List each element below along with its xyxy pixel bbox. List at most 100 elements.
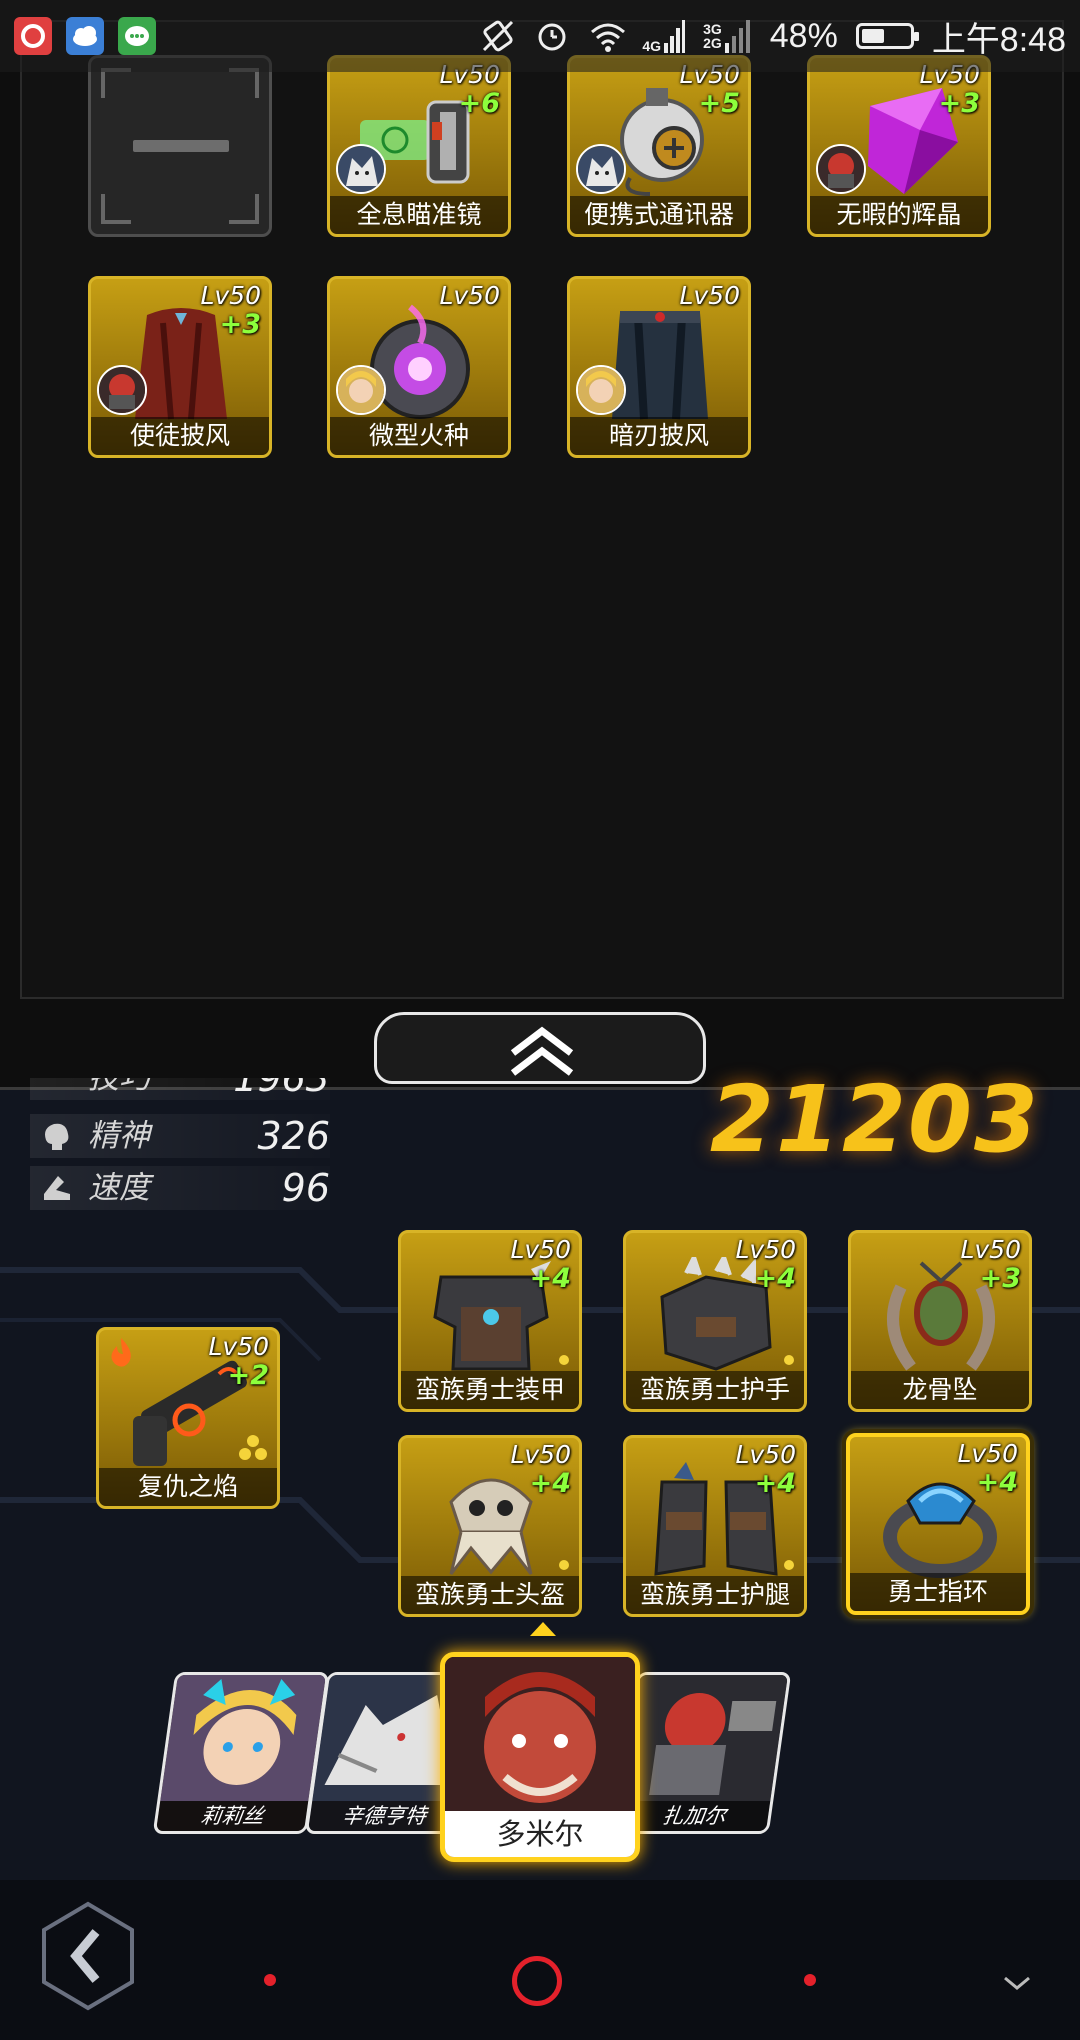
item-enhance: +4 bbox=[529, 1468, 571, 1499]
item-name: 勇士指环 bbox=[850, 1573, 1026, 1611]
item-name: 便携式通讯器 bbox=[570, 196, 748, 234]
brain-icon bbox=[45, 1123, 69, 1150]
owner-avatar-wolf bbox=[576, 144, 626, 194]
chevron-down-icon[interactable] bbox=[1003, 1976, 1031, 1990]
hero-portrait-lilith bbox=[160, 1675, 326, 1801]
equipped-armor[interactable]: Lv50 +4 蛮族勇士装甲 bbox=[398, 1230, 582, 1412]
hero-portrait-zagal bbox=[622, 1675, 788, 1801]
equipped-helmet[interactable]: Lv50 +4 蛮族勇士头盔 bbox=[398, 1435, 582, 1617]
item-level: Lv50 bbox=[957, 1439, 1018, 1468]
message-notification-icon bbox=[118, 17, 156, 55]
inventory-item-orb[interactable]: Lv50 微型火种 bbox=[327, 276, 511, 458]
battery-fill bbox=[861, 29, 884, 43]
nav-back-button[interactable] bbox=[804, 1974, 816, 1986]
item-level: Lv50 bbox=[208, 1332, 269, 1361]
inventory-panel: Lv50 +6 全息瞄准镜 Lv50 +5 便携式通讯器 Lv50 +3 无暇的… bbox=[0, 0, 1080, 1090]
hero-card-domir-selected[interactable]: 多米尔 bbox=[440, 1652, 640, 1862]
item-name: 蛮族勇士头盔 bbox=[401, 1576, 579, 1614]
item-enhance: +4 bbox=[754, 1468, 796, 1499]
hero-card-lilith[interactable]: 莉莉丝 bbox=[152, 1672, 330, 1834]
equipped-weapon[interactable]: Lv50 +2 复仇之焰 bbox=[96, 1327, 280, 1509]
network-2g-label: 2G bbox=[703, 35, 722, 51]
owner-avatar-wolf bbox=[336, 144, 386, 194]
inventory-item-crystal[interactable]: Lv50 +3 无暇的辉晶 bbox=[807, 55, 991, 237]
inventory-item-communicator[interactable]: Lv50 +5 便携式通讯器 bbox=[567, 55, 751, 237]
item-name: 暗刃披风 bbox=[570, 417, 748, 455]
fire-element-icon bbox=[111, 1338, 131, 1367]
battery-icon bbox=[855, 23, 919, 49]
home-button[interactable] bbox=[512, 1956, 562, 2006]
combat-power: 21203 bbox=[709, 1066, 1040, 1173]
item-enhance: +2 bbox=[227, 1360, 269, 1391]
item-level: Lv50 bbox=[735, 1235, 796, 1264]
upgrade-dot bbox=[559, 1355, 569, 1365]
item-level: Lv50 bbox=[510, 1440, 571, 1469]
item-enhance: +3 bbox=[219, 309, 261, 340]
alarm-icon bbox=[534, 18, 570, 54]
nav-menu-button[interactable] bbox=[264, 1974, 276, 1986]
back-button[interactable] bbox=[38, 1900, 138, 2012]
minus-icon bbox=[133, 140, 229, 152]
clock: 上午8:48 bbox=[931, 20, 1066, 59]
item-name: 蛮族勇士装甲 bbox=[401, 1371, 579, 1409]
inventory-item-red-cloak[interactable]: Lv50 +3 使徒披风 bbox=[88, 276, 272, 458]
network-3g-label: 3G bbox=[703, 21, 722, 37]
signal-4g-indicator: 4G bbox=[642, 19, 686, 54]
battery-percent: 48% bbox=[769, 16, 838, 55]
network-4g-label: 4G bbox=[642, 38, 662, 54]
double-chevron-up-icon bbox=[510, 1026, 574, 1076]
owner-avatar-blonde-girl bbox=[336, 365, 386, 415]
equipped-pendant[interactable]: Lv50 +3 龙骨坠 bbox=[848, 1230, 1032, 1412]
item-name: 全息瞄准镜 bbox=[330, 196, 508, 234]
weather-notification-icon bbox=[66, 17, 104, 55]
item-level: Lv50 bbox=[735, 1440, 796, 1469]
stat-value: 326 bbox=[257, 1114, 330, 1158]
upgrade-dot bbox=[559, 1560, 569, 1570]
hero-portrait-domir bbox=[445, 1657, 635, 1817]
gold-coins-icon bbox=[239, 1435, 267, 1460]
owner-avatar-blonde-girl bbox=[576, 365, 626, 415]
item-level: Lv50 bbox=[200, 281, 261, 310]
item-name: 使徒披风 bbox=[91, 417, 269, 455]
item-name: 无暇的辉晶 bbox=[810, 196, 988, 234]
item-level: Lv50 bbox=[510, 1235, 571, 1264]
empty-slot[interactable] bbox=[88, 55, 272, 237]
item-enhance: +3 bbox=[979, 1263, 1021, 1294]
item-level: Lv50 bbox=[439, 281, 500, 310]
item-level: Lv50 bbox=[679, 281, 740, 310]
hero-card-zagal[interactable]: 扎加尔 bbox=[614, 1672, 792, 1834]
equipped-gauntlet[interactable]: Lv50 +4 蛮族勇士护手 bbox=[623, 1230, 807, 1412]
app-notification-icon bbox=[14, 17, 52, 55]
stat-row-spirit: 精神 326 bbox=[30, 1114, 330, 1158]
stat-label: 技巧 bbox=[88, 1078, 150, 1096]
item-enhance: +4 bbox=[529, 1263, 571, 1294]
selected-hero-indicator bbox=[530, 1622, 556, 1636]
back-arrow-icon bbox=[42, 1901, 134, 2011]
owner-avatar-red-orc bbox=[97, 365, 147, 415]
rotation-lock-icon bbox=[480, 18, 516, 54]
item-name: 蛮族勇士护腿 bbox=[626, 1576, 804, 1614]
status-bar: 4G 3G 2G 48% 上午8:48 bbox=[0, 0, 1080, 72]
bottom-navigation bbox=[0, 1880, 1080, 2040]
wifi-icon bbox=[588, 18, 626, 54]
upgrade-dot bbox=[784, 1355, 794, 1365]
item-enhance: +4 bbox=[754, 1263, 796, 1294]
equipped-greaves[interactable]: Lv50 +4 蛮族勇士护腿 bbox=[623, 1435, 807, 1617]
equipped-ring[interactable]: Lv50 +4 勇士指环 bbox=[846, 1433, 1030, 1615]
inventory-item-dark-cloak[interactable]: Lv50 暗刃披风 bbox=[567, 276, 751, 458]
hero-name: 扎加尔 bbox=[618, 1801, 771, 1831]
item-name: 微型火种 bbox=[330, 417, 508, 455]
item-name: 蛮族勇士护手 bbox=[626, 1371, 804, 1409]
item-enhance: +3 bbox=[938, 88, 980, 119]
item-level: Lv50 bbox=[960, 1235, 1021, 1264]
item-enhance: +4 bbox=[976, 1467, 1018, 1498]
item-enhance: +6 bbox=[458, 88, 500, 119]
signal-3g-indicator: 3G 2G bbox=[703, 19, 752, 53]
inventory-item-scope[interactable]: Lv50 +6 全息瞄准镜 bbox=[327, 55, 511, 237]
hero-name-selected: 多米尔 bbox=[445, 1811, 635, 1857]
item-name: 龙骨坠 bbox=[851, 1371, 1029, 1409]
hero-name: 莉莉丝 bbox=[156, 1801, 309, 1831]
upgrade-dot bbox=[784, 1560, 794, 1570]
stat-row-partial: 技巧 1963 bbox=[30, 1078, 330, 1100]
collapse-inventory-button[interactable] bbox=[374, 1012, 706, 1084]
